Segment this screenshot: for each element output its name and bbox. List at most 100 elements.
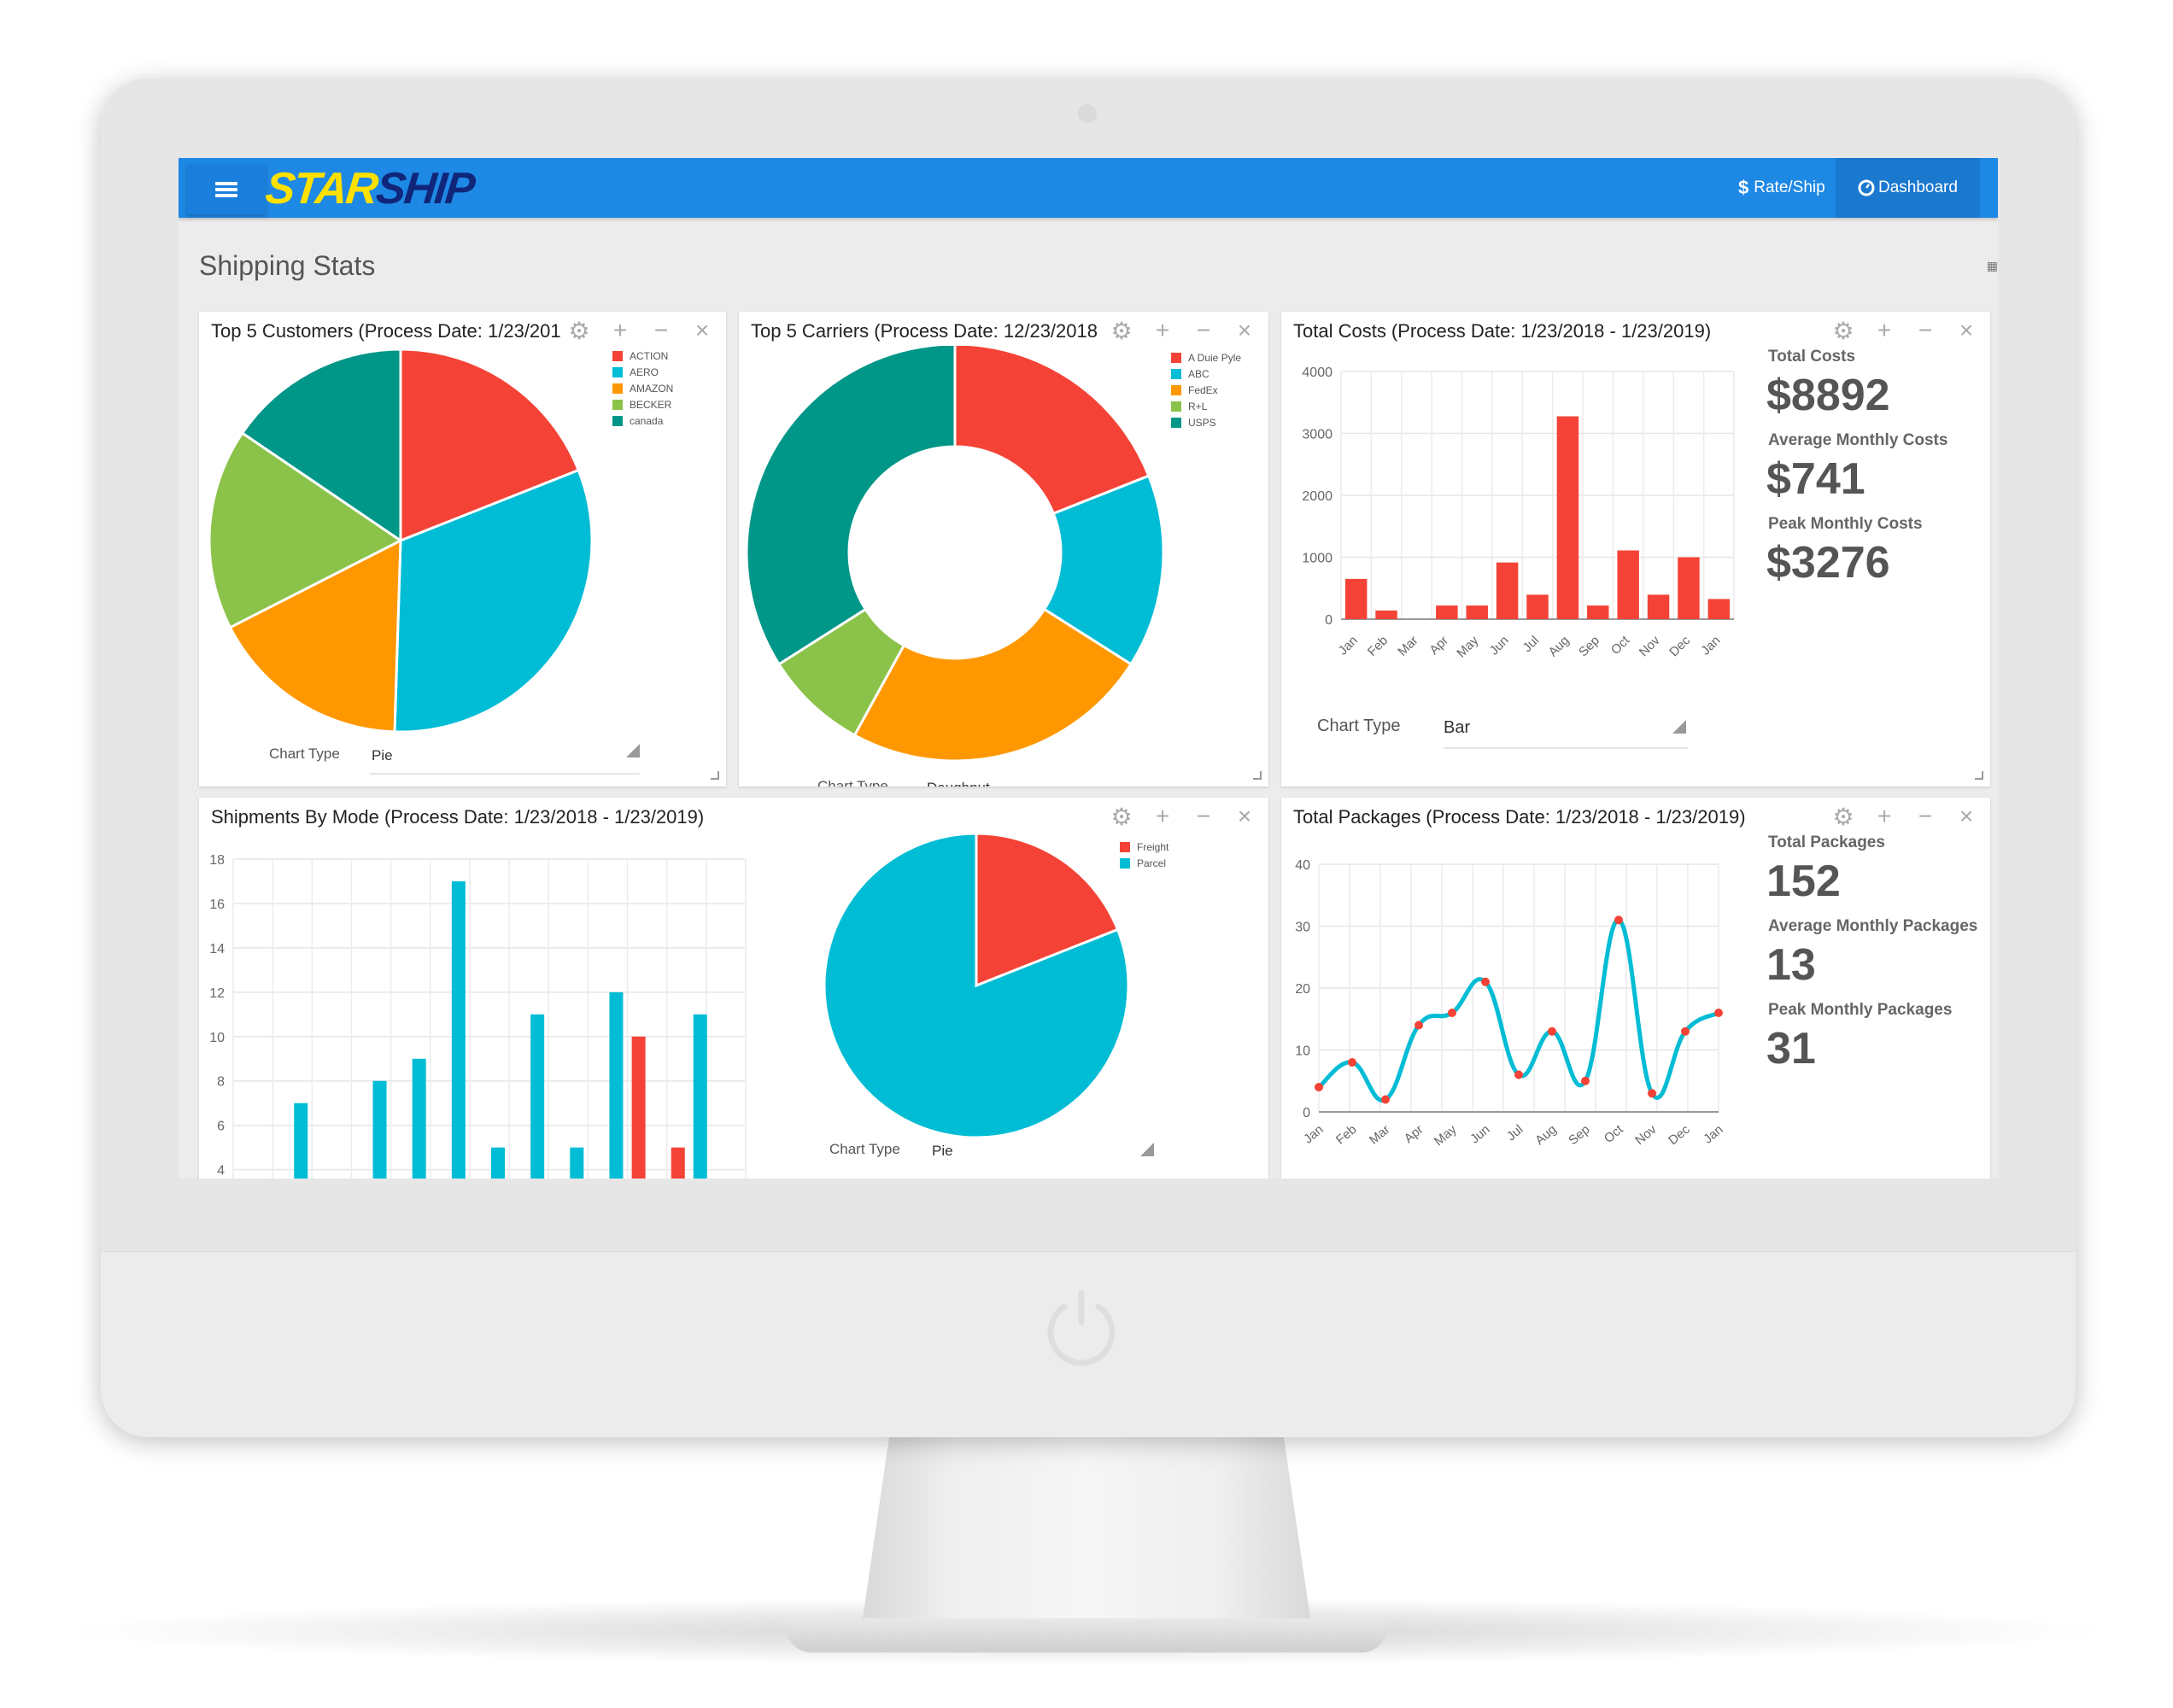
add-icon[interactable]: + (1872, 317, 1896, 345)
legend-item[interactable]: canada (612, 412, 673, 429)
bar-nov[interactable] (1647, 594, 1670, 619)
settings-icon[interactable]: ⚙ (1831, 803, 1855, 831)
bar-parcel-jul[interactable] (491, 1147, 505, 1179)
bar-dec[interactable] (1678, 557, 1700, 620)
hamburger-icon (215, 182, 237, 197)
close-icon[interactable]: × (1233, 803, 1256, 831)
legend-item[interactable]: R+L (1171, 398, 1241, 414)
bar-jun[interactable] (1496, 562, 1519, 619)
data-point-jun[interactable] (1481, 977, 1490, 986)
menu-button[interactable] (187, 165, 266, 214)
legend-item[interactable]: A Duie Pyle (1171, 349, 1241, 366)
bar-freight-nov[interactable] (631, 1036, 646, 1179)
bar-parcel-may[interactable] (412, 1058, 426, 1179)
nav-more-item[interactable]: ( (1989, 158, 1998, 218)
legend-item[interactable]: ABC (1171, 366, 1241, 382)
data-point-oct[interactable] (1614, 915, 1623, 925)
bar-oct[interactable] (1617, 550, 1639, 619)
bar-sep[interactable] (1587, 605, 1609, 619)
minimize-icon[interactable]: − (1192, 317, 1215, 345)
settings-icon[interactable]: ⚙ (1110, 803, 1133, 831)
legend-item[interactable]: ACTION (612, 348, 673, 364)
legend-item[interactable]: BECKER (612, 396, 673, 412)
legend-label: ACTION (630, 349, 669, 362)
bar-parcel-aug[interactable] (530, 1014, 545, 1179)
dropdown-arrow-icon[interactable] (1140, 1143, 1154, 1156)
legend-label: Parcel (1137, 857, 1167, 869)
settings-icon[interactable]: ⚙ (1831, 317, 1855, 345)
close-icon[interactable]: × (1954, 317, 1978, 345)
nav-dashboard[interactable]: Dashboard (1836, 158, 1980, 218)
bar-parcel-sep[interactable] (570, 1147, 584, 1179)
layout-grid-icon[interactable]: ▦ (1987, 259, 1998, 273)
bar-aug[interactable] (1556, 416, 1579, 619)
data-point-feb[interactable] (1348, 1058, 1356, 1067)
legend-item[interactable]: AERO (612, 364, 673, 380)
widget-controls: ⚙ + − × (1826, 317, 1978, 345)
x-tick-label: Mar (1395, 633, 1420, 658)
monitor-stand (863, 1435, 1310, 1618)
x-tick-label: Aug (1546, 633, 1573, 659)
pie-slice-usps[interactable] (745, 346, 957, 666)
close-icon[interactable]: × (1233, 317, 1256, 345)
legend-item[interactable]: FedEx (1171, 382, 1241, 398)
legend-item[interactable]: Freight (1120, 839, 1168, 855)
data-point-mar[interactable] (1381, 1095, 1390, 1104)
bar-parcel-oct[interactable] (609, 991, 624, 1179)
close-icon[interactable]: × (1954, 803, 1978, 831)
chart-type-select[interactable]: Bar (1444, 718, 1470, 738)
settings-icon[interactable]: ⚙ (1110, 317, 1133, 345)
minimize-icon[interactable]: − (1192, 803, 1215, 831)
bar-freight-dec[interactable] (671, 1147, 685, 1179)
legend-label: ABC (1188, 367, 1210, 380)
x-tick-label: Oct (1608, 633, 1633, 658)
bar-apr[interactable] (1436, 605, 1458, 619)
minimize-icon[interactable]: − (1913, 803, 1937, 831)
chart-type-select[interactable]: Doughnut (927, 780, 990, 787)
data-point-jan[interactable] (1315, 1083, 1323, 1091)
bar-jul[interactable] (1526, 594, 1549, 619)
bar-feb[interactable] (1375, 610, 1397, 619)
y-tick-label: 16 (209, 898, 225, 912)
bar-parcel-apr[interactable] (372, 1080, 387, 1179)
data-point-apr[interactable] (1414, 1021, 1423, 1030)
bar-parcel-jun[interactable] (451, 880, 466, 1179)
legend-swatch (1171, 417, 1181, 428)
add-icon[interactable]: + (1151, 803, 1174, 831)
data-point-jul[interactable] (1514, 1070, 1523, 1079)
starship-logo[interactable]: STARSHIP (263, 164, 476, 214)
legend-item[interactable]: AMAZON (612, 380, 673, 396)
resize-handle[interactable] (1975, 771, 1983, 780)
add-icon[interactable]: + (608, 317, 632, 345)
bar-parcel-feb[interactable] (294, 1103, 308, 1179)
bar-parcel-dec[interactable] (693, 1014, 707, 1179)
data-point-aug[interactable] (1548, 1027, 1556, 1036)
bar-jan[interactable] (1344, 578, 1368, 619)
minimize-icon[interactable]: − (649, 317, 673, 345)
data-point-nov[interactable] (1648, 1089, 1656, 1098)
data-point-may[interactable] (1448, 1009, 1456, 1017)
resize-handle[interactable] (1253, 771, 1262, 780)
chart-type-select[interactable]: Pie (932, 1143, 953, 1160)
bar-may[interactable] (1466, 605, 1488, 619)
dropdown-arrow-icon[interactable] (626, 744, 640, 757)
data-point-dec[interactable] (1681, 1027, 1690, 1036)
bar-jan[interactable] (1707, 599, 1731, 619)
legend-item[interactable]: Parcel (1120, 855, 1168, 871)
add-icon[interactable]: + (1151, 317, 1174, 345)
data-point-sep[interactable] (1581, 1076, 1590, 1085)
add-icon[interactable]: + (1872, 803, 1896, 831)
chart-type-label: Chart Type (817, 778, 888, 787)
chart-type-select[interactable]: Pie (372, 747, 393, 764)
select-underline (370, 773, 640, 775)
settings-icon[interactable]: ⚙ (567, 317, 591, 345)
y-tick-label: 18 (209, 853, 225, 868)
legend-item[interactable]: USPS (1171, 414, 1241, 430)
dropdown-arrow-icon[interactable] (1672, 720, 1686, 734)
minimize-icon[interactable]: − (1913, 317, 1937, 345)
resize-handle[interactable] (711, 771, 719, 780)
close-icon[interactable]: × (690, 317, 714, 345)
x-tick-label: Jan (1698, 633, 1723, 658)
data-point-jan[interactable] (1714, 1009, 1723, 1017)
nav-rate-ship[interactable]: $ Rate/Ship (1716, 158, 1848, 218)
